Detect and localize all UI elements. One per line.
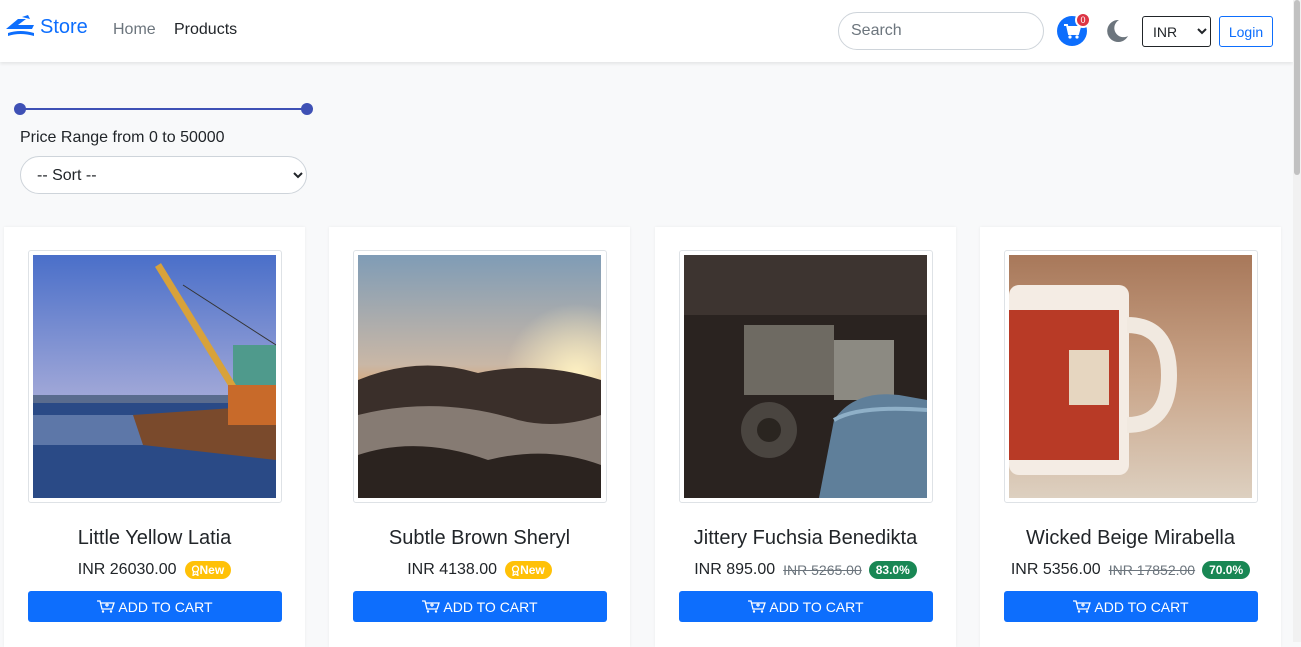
new-badge-label: New (199, 563, 225, 577)
slider-max-handle[interactable] (301, 103, 313, 115)
discount-badge: 70.0% (1202, 561, 1251, 579)
add-to-cart-label: ADD TO CART (443, 598, 538, 615)
product-price: INR 4138.00 (407, 561, 498, 578)
product-card: Jittery Fuchsia Benedikta INR 895.00 INR… (655, 227, 956, 647)
product-image[interactable] (28, 250, 282, 503)
add-to-cart-label: ADD TO CART (769, 598, 864, 615)
cart-plus-icon (748, 600, 767, 613)
product-price: INR 895.00 (694, 561, 776, 578)
product-photo-machine (684, 255, 927, 498)
brand-label: Store (40, 15, 88, 38)
product-name[interactable]: Subtle Brown Sheryl (329, 527, 630, 550)
scrollbar-thumb[interactable] (1294, 0, 1300, 175)
sort-select[interactable]: -- Sort -- (20, 156, 307, 194)
award-icon (191, 564, 199, 576)
price-range-label: Price Range from 0 to 50000 (20, 129, 225, 146)
award-icon (511, 564, 520, 576)
page-scrollbar[interactable] (1293, 0, 1301, 642)
price-row: INR 26030.00 New (4, 561, 305, 579)
cart-plus-icon (97, 600, 116, 613)
slider-min-handle[interactable] (14, 103, 26, 115)
cart-plus-icon (422, 600, 441, 613)
product-card: Little Yellow Latia INR 26030.00 New ADD… (4, 227, 305, 647)
new-badge: New (505, 561, 552, 579)
price-range-slider[interactable] (14, 102, 314, 116)
add-to-cart-button[interactable]: ADD TO CART (353, 591, 607, 622)
discount-badge: 83.0% (868, 561, 917, 579)
add-to-cart-label: ADD TO CART (1094, 598, 1189, 615)
new-badge-label: New (520, 563, 545, 577)
product-card: Wicked Beige Mirabella INR 5356.00 INR 1… (980, 227, 1281, 647)
product-image[interactable] (353, 250, 607, 503)
original-price: INR 5265.00 (783, 562, 862, 578)
add-to-cart-label: ADD TO CART (118, 598, 213, 615)
product-name[interactable]: Little Yellow Latia (4, 527, 305, 550)
product-name[interactable]: Jittery Fuchsia Benedikta (655, 527, 956, 550)
product-photo-sunset-fog (358, 255, 601, 498)
login-button[interactable]: Login (1219, 16, 1273, 47)
product-photo-harbor (33, 255, 276, 498)
product-image[interactable] (679, 250, 933, 503)
product-name[interactable]: Wicked Beige Mirabella (980, 527, 1281, 550)
price-row: INR 5356.00 INR 17852.00 70.0% (980, 561, 1281, 579)
currency-select[interactable]: INR (1142, 16, 1211, 47)
add-to-cart-button[interactable]: ADD TO CART (1004, 591, 1258, 622)
product-photo-mug (1009, 255, 1252, 498)
product-price: INR 26030.00 (77, 561, 177, 578)
product-price: INR 5356.00 (1010, 561, 1101, 578)
add-to-cart-button[interactable]: ADD TO CART (679, 591, 933, 622)
price-row: INR 895.00 INR 5265.00 83.0% (655, 561, 956, 579)
dark-mode-toggle-icon[interactable] (1105, 19, 1129, 43)
brand-link[interactable]: Store (4, 15, 88, 39)
slider-track (20, 108, 308, 110)
new-badge: New (184, 561, 232, 579)
search-input[interactable] (838, 12, 1044, 50)
add-to-cart-button[interactable]: ADD TO CART (28, 591, 282, 622)
cart-plus-icon (1073, 600, 1092, 613)
price-row: INR 4138.00 New (329, 561, 630, 579)
navbar: Store Home Products 0 INR Login (0, 0, 1293, 62)
store-logo-icon (6, 15, 34, 36)
nav-products[interactable]: Products (174, 21, 237, 39)
nav-home[interactable]: Home (113, 21, 156, 39)
product-image[interactable] (1004, 250, 1258, 503)
original-price: INR 17852.00 (1108, 562, 1196, 578)
cart-count-badge: 0 (1075, 12, 1091, 28)
product-card: Subtle Brown Sheryl INR 4138.00 New ADD … (329, 227, 630, 647)
